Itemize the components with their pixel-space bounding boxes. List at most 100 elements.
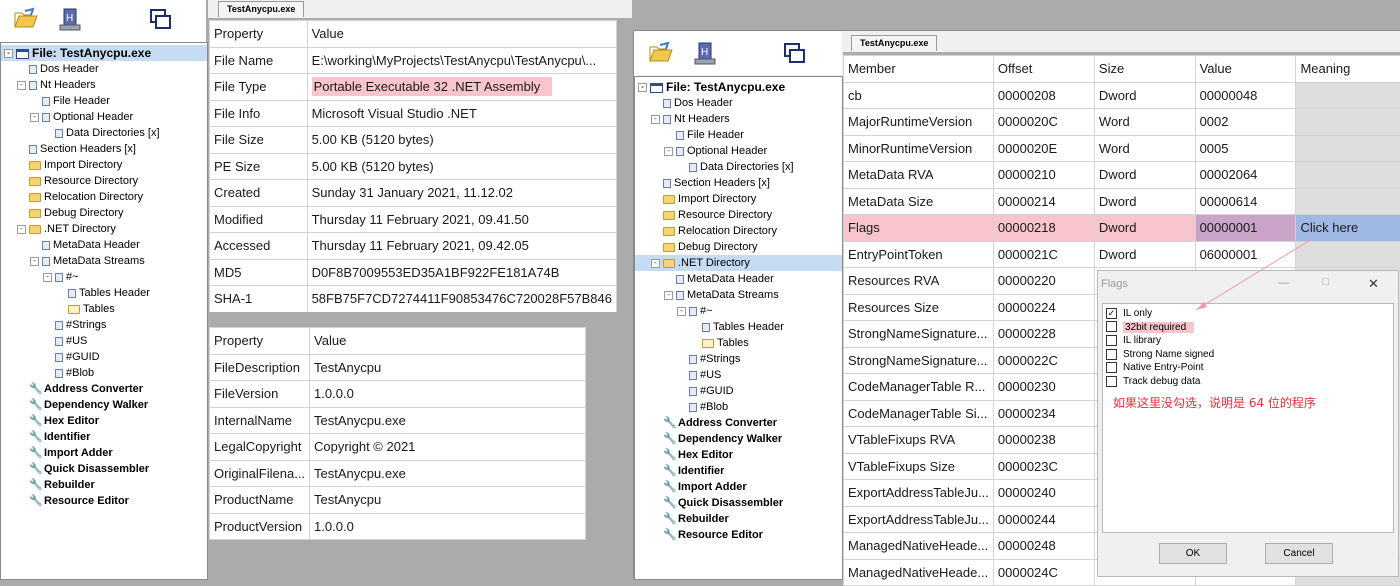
tree-item[interactable]: 🔧Hex Editor [1,413,207,429]
flag-option[interactable]: Track debug data [1106,375,1200,388]
flag-option[interactable]: ✓IL only [1106,307,1152,320]
tree-item[interactable]: -Nt Headers [1,77,207,93]
collapse-icon[interactable]: - [30,257,39,266]
tab-testanycpu-right[interactable]: TestAnycpu.exe [851,35,937,51]
table-row[interactable]: LegalCopyrightCopyright © 2021 [210,434,586,461]
tree-item[interactable]: 🔧Quick Disassembler [635,495,842,511]
cancel-button[interactable]: Cancel [1265,543,1333,564]
tree-item[interactable]: 🔧Rebuilder [1,477,207,493]
collapse-icon[interactable]: - [17,225,26,234]
tree-item[interactable]: -Optional Header [635,143,842,159]
tree-item[interactable]: Tables Header [1,285,207,301]
tree-item[interactable]: Tables [1,301,207,317]
tree-item[interactable]: Import Directory [1,157,207,173]
flag-option[interactable]: IL library [1106,334,1161,347]
column-header[interactable]: Property [210,21,308,48]
windows-icon[interactable] [782,41,808,67]
table-row[interactable]: MetaData Size00000214Dword00000614 [844,188,1400,215]
tree-item[interactable]: -#~ [635,303,842,319]
tree-item[interactable]: Section Headers [x] [635,175,842,191]
tree-item[interactable]: Dos Header [1,61,207,77]
collapse-icon[interactable]: - [638,83,647,92]
ok-button[interactable]: OK [1159,543,1227,564]
collapse-icon[interactable]: - [4,49,13,58]
table-row[interactable]: ProductNameTestAnycpu [210,487,586,514]
tree-item[interactable]: -MetaData Streams [1,253,207,269]
tree-item[interactable]: #US [635,367,842,383]
table-row[interactable]: File TypePortable Executable 32 .NET Ass… [210,74,617,101]
tree-item[interactable]: 🔧Resource Editor [635,527,842,543]
table-row[interactable]: CreatedSunday 31 January 2021, 11.12.02 [210,180,617,207]
tree-item[interactable]: 🔧Address Converter [1,381,207,397]
column-header[interactable]: Property [210,328,310,355]
tree-item[interactable]: Dos Header [635,95,842,111]
tree-item[interactable]: 🔧Quick Disassembler [1,461,207,477]
tree-item[interactable]: File Header [635,127,842,143]
tree-item[interactable]: Resource Directory [635,207,842,223]
tree-item[interactable]: Debug Directory [1,205,207,221]
open-folder-icon[interactable] [13,7,39,33]
table-row[interactable]: ModifiedThursday 11 February 2021, 09.41… [210,206,617,233]
column-header[interactable]: Size [1094,56,1195,83]
table-row[interactable]: OriginalFilena...TestAnycpu.exe [210,460,586,487]
collapse-icon[interactable]: - [664,291,673,300]
column-header[interactable]: Value [307,21,616,48]
tree-item[interactable]: 🔧Dependency Walker [635,431,842,447]
checkbox[interactable] [1106,362,1117,373]
tree-item[interactable]: Data Directories [x] [1,125,207,141]
collapse-icon[interactable]: - [651,115,660,124]
build-icon[interactable]: H [692,41,718,67]
tree-item[interactable]: Debug Directory [635,239,842,255]
flag-option[interactable]: Strong Name signed [1106,348,1214,361]
collapse-icon[interactable]: - [677,307,686,316]
table-row[interactable]: ProductVersion1.0.0.0 [210,513,586,540]
table-row[interactable]: cb00000208Dword00000048 [844,82,1400,109]
collapse-icon[interactable]: - [17,81,26,90]
tree-item[interactable]: -Nt Headers [635,111,842,127]
windows-icon[interactable] [148,7,174,33]
tree-item[interactable]: Section Headers [x] [1,141,207,157]
tree-item[interactable]: File Header [1,93,207,109]
tree-item[interactable]: Import Directory [635,191,842,207]
tree-item[interactable]: Relocation Directory [635,223,842,239]
table-row[interactable]: File Size5.00 KB (5120 bytes) [210,127,617,154]
tree-item[interactable]: Tables Header [635,319,842,335]
build-icon[interactable]: H [57,7,83,33]
column-header[interactable]: Value [310,328,586,355]
tree-item[interactable]: 🔧Hex Editor [635,447,842,463]
tree-item[interactable]: Tables [635,335,842,351]
column-header[interactable]: Meaning [1296,56,1400,83]
tree-item[interactable]: 🔧Dependency Walker [1,397,207,413]
tree-item[interactable]: Data Directories [x] [635,159,842,175]
flag-option[interactable]: 32bit required [1106,321,1194,334]
checkbox[interactable] [1106,376,1117,387]
tree-item[interactable]: Relocation Directory [1,189,207,205]
tree-item[interactable]: 🔧Address Converter [635,415,842,431]
tree-item[interactable]: #GUID [1,349,207,365]
table-row[interactable]: FileVersion1.0.0.0 [210,381,586,408]
tab-testanycpu-left[interactable]: TestAnycpu.exe [218,1,304,17]
table-row[interactable]: MD5D0F8B7009553ED35A1BF922FE181A74B [210,259,617,286]
table-row[interactable]: PE Size5.00 KB (5120 bytes) [210,153,617,180]
table-row[interactable]: MajorRuntimeVersion0000020CWord0002 [844,109,1400,136]
table-row[interactable]: MinorRuntimeVersion0000020EWord0005 [844,135,1400,162]
tree-item[interactable]: -File: TestAnycpu.exe [635,79,842,95]
tree-item[interactable]: -Optional Header [1,109,207,125]
checkbox[interactable] [1106,321,1117,332]
checkbox[interactable] [1106,349,1117,360]
maximize-icon[interactable]: □ [1322,276,1329,288]
tree-item[interactable]: -MetaData Streams [635,287,842,303]
flag-option[interactable]: Native Entry-Point [1106,361,1204,374]
tree-item[interactable]: 🔧Identifier [635,463,842,479]
tree-item[interactable]: 🔧Identifier [1,429,207,445]
column-header[interactable]: Offset [993,56,1094,83]
tree-item[interactable]: #US [1,333,207,349]
collapse-icon[interactable]: - [43,273,52,282]
tree-item[interactable]: -File: TestAnycpu.exe [1,45,207,61]
tree-item[interactable]: #GUID [635,383,842,399]
tree-item[interactable]: MetaData Header [1,237,207,253]
close-icon[interactable]: ✕ [1368,276,1379,292]
tree-item[interactable]: -.NET Directory [635,255,842,271]
tree-item[interactable]: -#~ [1,269,207,285]
table-row[interactable]: InternalNameTestAnycpu.exe [210,407,586,434]
